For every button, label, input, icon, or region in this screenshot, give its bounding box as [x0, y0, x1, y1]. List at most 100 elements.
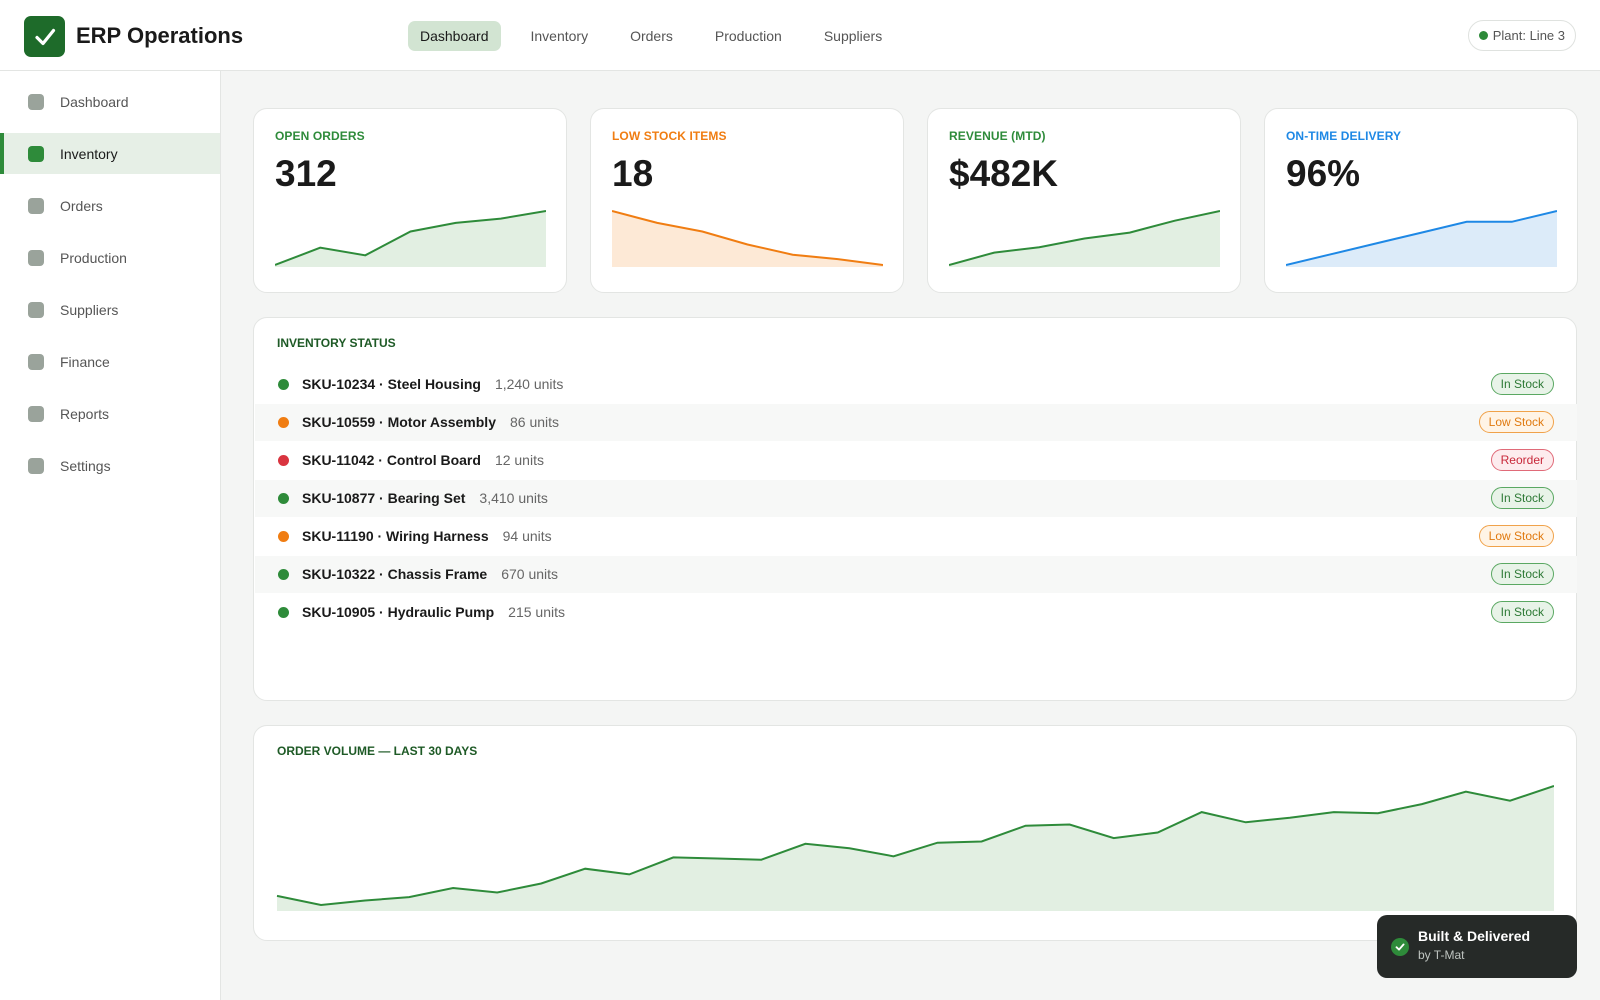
sidebar-item-label: Dashboard — [60, 93, 129, 110]
plant-label: Plant: Line 3 — [1492, 28, 1565, 43]
sidebar-item-label: Settings — [60, 457, 111, 474]
app-title: ERP Operations — [76, 23, 244, 48]
kpi-label: OPEN ORDERS — [275, 129, 365, 143]
table-row[interactable]: SKU-11042 · Control Board 12 units Reorder — [255, 442, 1577, 479]
kpi-card-on-time-delivery[interactable]: ON-TIME DELIVERY 96% — [1264, 108, 1578, 293]
sku-units: 670 units — [501, 566, 559, 582]
inventory-status-title: INVENTORY STATUS — [277, 336, 396, 350]
toast-notification[interactable]: Built & Delivered by T-Mat — [1377, 915, 1577, 978]
status-badge: In Stock — [1490, 563, 1554, 585]
sidebar-item-label: Reports — [60, 405, 110, 422]
sidebar-item-reports[interactable]: Reports — [0, 393, 220, 434]
kpi-value: 312 — [275, 153, 337, 194]
sku-name: SKU-10322 · Chassis Frame — [302, 566, 488, 582]
nav-tab-dashboard[interactable]: Dashboard — [408, 21, 501, 51]
kpi-value: 18 — [612, 153, 654, 194]
dashboard-icon — [28, 93, 44, 110]
kpi-card-revenue-mtd[interactable]: REVENUE (MTD) $482K — [927, 108, 1241, 293]
sku-name: SKU-10877 · Bearing Set — [302, 490, 466, 506]
row-text: SKU-11042 · Control Board 12 units — [302, 452, 544, 468]
toast-subtitle: by T-Mat — [1418, 948, 1465, 962]
sidebar: Dashboard Inventory Orders Production Suppli… — [0, 71, 221, 1000]
kpi-sparkline — [1286, 210, 1557, 267]
sidebar-item-label: Suppliers — [60, 301, 119, 318]
sidebar-item-label: Inventory — [60, 145, 118, 162]
kpi-card-low-stock-items[interactable]: LOW STOCK ITEMS 18 — [590, 108, 904, 293]
row-text: SKU-11190 · Wiring Harness 94 units — [302, 528, 552, 544]
top-bar: ERP Operations Dashboard Inventory Orders P… — [0, 0, 1600, 71]
status-badge: Low Stock — [1478, 411, 1554, 433]
status-dot — [278, 607, 289, 618]
reports-icon — [28, 405, 44, 422]
kpi-card-open-orders[interactable]: OPEN ORDERS 312 — [253, 108, 567, 293]
finance-icon — [28, 353, 44, 370]
kpi-sparkline — [275, 210, 546, 267]
kpi-sparkline — [949, 210, 1220, 267]
sku-name: SKU-11042 · Control Board — [302, 452, 481, 468]
app-logo[interactable] — [24, 16, 65, 57]
sku-name: SKU-11190 · Wiring Harness — [302, 528, 489, 544]
sidebar-item-label: Orders — [60, 197, 103, 214]
kpi-value: $482K — [949, 153, 1059, 194]
inventory-status-panel: INVENTORY STATUS SKU-10234 · Steel Housi… — [253, 317, 1577, 701]
sidebar-item-production[interactable]: Production — [0, 237, 220, 278]
sidebar-item-orders[interactable]: Orders — [0, 185, 220, 226]
nav-tab-suppliers[interactable]: Suppliers — [812, 21, 894, 51]
status-badge: Reorder — [1490, 449, 1554, 471]
status-badge: Low Stock — [1478, 525, 1554, 547]
status-dot — [278, 531, 289, 542]
sidebar-item-inventory[interactable]: Inventory — [0, 133, 220, 174]
sparkline-area — [1286, 211, 1557, 267]
row-text: SKU-10905 · Hydraulic Pump 215 units — [302, 604, 565, 620]
top-nav: Dashboard Inventory Orders Production Suppli… — [408, 21, 912, 51]
production-icon — [28, 249, 44, 266]
row-text: SKU-10322 · Chassis Frame 670 units — [302, 566, 558, 582]
table-row[interactable]: SKU-10877 · Bearing Set 3,410 units In Sto… — [255, 480, 1577, 517]
table-row[interactable]: SKU-10559 · Motor Assembly 86 units Low St… — [255, 404, 1577, 441]
orders-icon — [28, 197, 44, 214]
status-dot — [278, 417, 289, 428]
sku-units: 12 units — [494, 452, 544, 468]
kpi-sparkline — [612, 210, 883, 267]
sku-units: 86 units — [509, 414, 560, 430]
table-row[interactable]: SKU-10322 · Chassis Frame 670 units In Sto… — [255, 556, 1577, 593]
checkmark-icon — [34, 28, 55, 45]
table-row[interactable]: SKU-10234 · Steel Housing 1,240 units In S… — [255, 366, 1577, 403]
nav-tab-production[interactable]: Production — [703, 21, 794, 51]
kpi-label: LOW STOCK ITEMS — [612, 129, 727, 143]
sidebar-item-suppliers[interactable]: Suppliers — [0, 289, 220, 330]
nav-tab-orders[interactable]: Orders — [618, 21, 685, 51]
row-text: SKU-10877 · Bearing Set 3,410 units — [302, 490, 548, 506]
sidebar-item-label: Finance — [60, 353, 110, 370]
status-badge: In Stock — [1490, 487, 1554, 509]
suppliers-icon — [28, 301, 44, 318]
row-text: SKU-10559 · Motor Assembly 86 units — [302, 414, 559, 430]
status-badge: In Stock — [1490, 601, 1554, 623]
row-text: SKU-10234 · Steel Housing 1,240 units — [302, 376, 563, 392]
sparkline-area — [612, 211, 883, 267]
sidebar-item-settings[interactable]: Settings — [0, 445, 220, 486]
status-dot — [278, 569, 289, 580]
sidebar-item-finance[interactable]: Finance — [0, 341, 220, 382]
inventory-icon — [28, 145, 44, 162]
plant-selector[interactable]: Plant: Line 3 — [1467, 20, 1576, 51]
status-dot — [278, 455, 289, 466]
toast-title: Built & Delivered — [1418, 928, 1531, 944]
sidebar-item-dashboard[interactable]: Dashboard — [0, 81, 220, 122]
status-dot — [278, 493, 289, 504]
table-row[interactable]: SKU-11190 · Wiring Harness 94 units Low St… — [255, 518, 1577, 555]
check-circle-icon — [1391, 938, 1409, 956]
sku-name: SKU-10905 · Hydraulic Pump — [302, 604, 495, 620]
nav-tab-inventory[interactable]: Inventory — [519, 21, 601, 51]
kpi-value: 96% — [1286, 153, 1361, 194]
sku-units: 215 units — [508, 604, 565, 620]
status-badge: In Stock — [1490, 373, 1554, 395]
table-row[interactable]: SKU-10905 · Hydraulic Pump 215 units In St… — [255, 594, 1577, 631]
kpi-label: REVENUE (MTD) — [949, 129, 1046, 143]
settings-icon — [28, 457, 44, 474]
sku-name: SKU-10559 · Motor Assembly — [302, 414, 496, 430]
sku-name: SKU-10234 · Steel Housing — [302, 376, 481, 392]
sku-units: 94 units — [502, 528, 552, 544]
sparkline-area — [275, 211, 546, 267]
sidebar-item-label: Production — [60, 249, 127, 266]
